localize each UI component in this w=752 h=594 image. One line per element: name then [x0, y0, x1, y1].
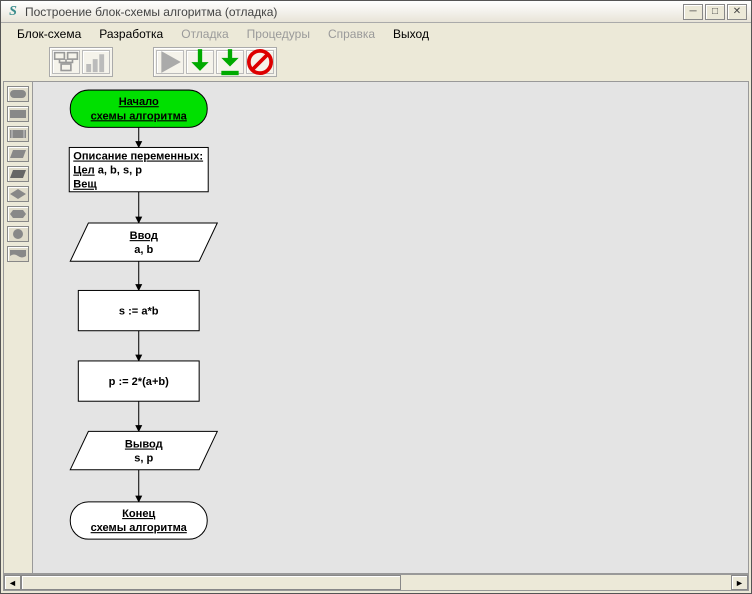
horizontal-scrollbar[interactable]: ◄ ► — [3, 574, 749, 591]
palette-process-icon[interactable] — [7, 106, 29, 122]
palette-subroutine-icon[interactable] — [7, 126, 29, 142]
node-process-2[interactable]: p := 2*(a+b) — [78, 361, 199, 401]
work-area: Начало схемы алгоритма Описание переменн… — [3, 81, 749, 574]
node-process-1[interactable]: s := a*b — [78, 290, 199, 330]
node-input[interactable]: Ввод a, b — [70, 223, 217, 261]
toolbar-group-edit — [49, 47, 113, 77]
svg-text:схемы алгоритма: схемы алгоритма — [91, 110, 188, 122]
palette-loop-icon[interactable] — [7, 206, 29, 222]
menu-exit[interactable]: Выход — [385, 25, 437, 43]
menu-debug[interactable]: Отладка — [173, 25, 236, 43]
window-buttons: ─ □ ✕ — [683, 4, 747, 20]
close-button[interactable]: ✕ — [727, 4, 747, 20]
svg-text:схемы алгоритма: схемы алгоритма — [91, 522, 188, 534]
node-output[interactable]: Вывод s, p — [70, 431, 217, 469]
menu-help[interactable]: Справка — [320, 25, 383, 43]
svg-text:Вывод: Вывод — [125, 439, 163, 451]
tool-chart-icon[interactable] — [82, 50, 110, 74]
scroll-right-button[interactable]: ► — [731, 575, 748, 590]
toolbar-group-run — [153, 47, 277, 77]
minimize-button[interactable]: ─ — [683, 4, 703, 20]
menu-procedures[interactable]: Процедуры — [239, 25, 318, 43]
palette-io2-icon[interactable] — [7, 166, 29, 182]
node-declaration[interactable]: Описание переменных: Цел a, b, s, p Вещ — [69, 147, 208, 191]
menu-bar: Блок-схема Разработка Отладка Процедуры … — [1, 23, 751, 45]
palette-decision-icon[interactable] — [7, 186, 29, 202]
svg-text:Начало: Начало — [119, 96, 159, 108]
svg-text:Конец: Конец — [122, 508, 155, 520]
svg-text:Вещ: Вещ — [73, 179, 97, 191]
title-bar: S Построение блок-схемы алгоритма (отлад… — [1, 1, 751, 23]
stop-icon[interactable] — [246, 50, 274, 74]
svg-text:p := 2*(a+b): p := 2*(a+b) — [109, 376, 170, 388]
menu-development[interactable]: Разработка — [91, 25, 171, 43]
run-play-icon[interactable] — [156, 50, 184, 74]
svg-text:Ввод: Ввод — [130, 230, 158, 242]
palette-io-icon[interactable] — [7, 146, 29, 162]
scroll-thumb[interactable] — [21, 575, 401, 590]
shape-palette — [3, 81, 33, 574]
svg-text:s, p: s, p — [134, 453, 153, 465]
toolbar — [1, 45, 751, 79]
app-window: S Построение блок-схемы алгоритма (отлад… — [0, 0, 752, 594]
svg-text:Описание переменных:: Описание переменных: — [73, 151, 203, 163]
node-end[interactable]: Конец схемы алгоритма — [70, 502, 207, 539]
svg-text:s := a*b: s := a*b — [119, 306, 159, 318]
maximize-button[interactable]: □ — [705, 4, 725, 20]
step-into-icon[interactable] — [216, 50, 244, 74]
canvas-area[interactable]: Начало схемы алгоритма Описание переменн… — [33, 81, 749, 574]
palette-document-icon[interactable] — [7, 246, 29, 262]
app-icon: S — [5, 4, 21, 20]
node-start[interactable]: Начало схемы алгоритма — [70, 90, 207, 127]
svg-text:a, b: a, b — [134, 244, 153, 256]
svg-text:Цел a, b, s, p: Цел a, b, s, p — [73, 165, 142, 177]
flowchart-svg: Начало схемы алгоритма Описание переменн… — [33, 82, 748, 574]
scroll-left-button[interactable]: ◄ — [4, 575, 21, 590]
tool-schema-icon[interactable] — [52, 50, 80, 74]
window-title: Построение блок-схемы алгоритма (отладка… — [25, 5, 683, 19]
palette-terminator-icon[interactable] — [7, 86, 29, 102]
step-over-icon[interactable] — [186, 50, 214, 74]
menu-block-schema[interactable]: Блок-схема — [9, 25, 89, 43]
palette-connector-icon[interactable] — [7, 226, 29, 242]
